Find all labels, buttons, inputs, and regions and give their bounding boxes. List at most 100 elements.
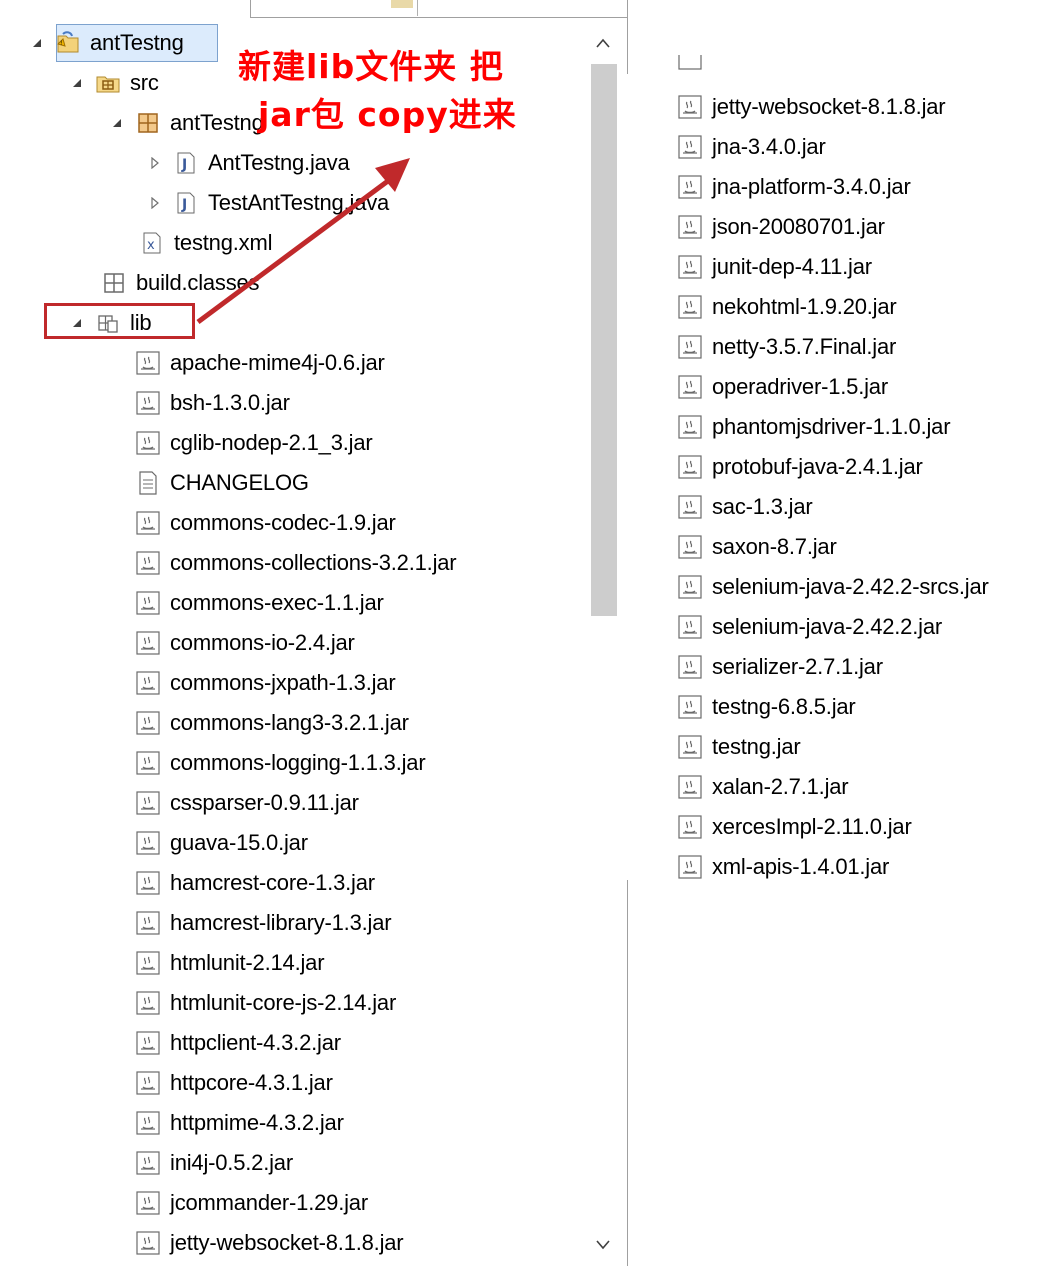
lib-item[interactable]: httpmime-4.3.2.jar [134, 1103, 344, 1143]
panel-border [627, 0, 628, 74]
text-file-icon [134, 469, 162, 497]
lib-item[interactable]: commons-io-2.4.jar [134, 623, 355, 663]
jar-file-icon [134, 949, 162, 977]
jar-file-icon [676, 333, 704, 361]
lib-item[interactable]: junit-dep-4.11.jar [676, 247, 872, 287]
lib-item-label: phantomjsdriver-1.1.0.jar [712, 414, 951, 439]
lib-item-label: jetty-websocket-8.1.8.jar [170, 1230, 404, 1255]
collapsed-arrow-icon[interactable] [148, 156, 162, 170]
file-label: TestAntTestng.java [208, 190, 390, 215]
lib-item[interactable]: phantomjsdriver-1.1.0.jar [676, 407, 951, 447]
lib-item[interactable]: apache-mime4j-0.6.jar [134, 343, 385, 383]
lib-item[interactable]: commons-codec-1.9.jar [134, 503, 396, 543]
src-label: src [130, 70, 159, 95]
lib-item-label: commons-codec-1.9.jar [170, 510, 396, 535]
list-item-clipped [676, 55, 712, 81]
lib-item-label: commons-io-2.4.jar [170, 630, 355, 655]
lib-item[interactable]: commons-logging-1.1.3.jar [134, 743, 426, 783]
lib-item[interactable]: guava-15.0.jar [134, 823, 308, 863]
lib-item[interactable]: ini4j-0.5.2.jar [134, 1143, 293, 1183]
lib-item[interactable]: selenium-java-2.42.2-srcs.jar [676, 567, 989, 607]
lib-item-label: hamcrest-core-1.3.jar [170, 870, 375, 895]
lib-item-label: json-20080701.jar [712, 214, 885, 239]
lib-item[interactable]: httpcore-4.3.1.jar [134, 1063, 333, 1103]
lib-item[interactable]: jcommander-1.29.jar [134, 1183, 368, 1223]
scroll-down-arrow-icon[interactable] [588, 1226, 618, 1264]
lib-item[interactable]: hamcrest-core-1.3.jar [134, 863, 375, 903]
jar-file-icon [134, 1069, 162, 1097]
expanded-arrow-icon[interactable] [70, 76, 84, 90]
tree-item-java-file[interactable]: J TestAntTestng.java [148, 183, 389, 223]
tree-item-xml-file[interactable]: x testng.xml [138, 223, 272, 263]
lib-item[interactable]: cglib-nodep-2.1_3.jar [134, 423, 373, 463]
lib-item[interactable]: testng-6.8.5.jar [676, 687, 856, 727]
view-tab-strip [250, 0, 628, 18]
jar-file-icon [134, 629, 162, 657]
vertical-scrollbar[interactable] [588, 24, 618, 1264]
jar-file-icon [676, 55, 704, 72]
lib-item[interactable]: jna-3.4.0.jar [676, 127, 826, 167]
lib-item[interactable]: sac-1.3.jar [676, 487, 813, 527]
lib-item[interactable]: selenium-java-2.42.2.jar [676, 607, 942, 647]
lib-item[interactable]: nekohtml-1.9.20.jar [676, 287, 897, 327]
tree-item-package[interactable]: antTestng [110, 103, 264, 143]
lib-item-label: ini4j-0.5.2.jar [170, 1150, 293, 1175]
package-explorer-panel: ! antTestng src antTestng J AntTestng.ja… [0, 0, 630, 1266]
lib-item[interactable]: saxon-8.7.jar [676, 527, 837, 567]
lib-item-label: commons-jxpath-1.3.jar [170, 670, 396, 695]
expanded-arrow-icon[interactable] [30, 36, 44, 50]
lib-item[interactable]: operadriver-1.5.jar [676, 367, 888, 407]
scroll-up-arrow-icon[interactable] [588, 24, 618, 62]
lib-item[interactable]: commons-lang3-3.2.1.jar [134, 703, 409, 743]
package-label: antTestng [170, 110, 264, 135]
lib-item[interactable]: CHANGELOG [134, 463, 309, 503]
lib-item[interactable]: httpclient-4.3.2.jar [134, 1023, 341, 1063]
jar-file-icon [134, 589, 162, 617]
lib-item-label: guava-15.0.jar [170, 830, 308, 855]
tree-item-java-file[interactable]: J AntTestng.java [148, 143, 350, 183]
jar-file-icon [676, 453, 704, 481]
lib-item-label: selenium-java-2.42.2-srcs.jar [712, 574, 989, 599]
lib-item-label: xml-apis-1.4.01.jar [712, 854, 890, 879]
tree-item-src[interactable]: src [70, 63, 159, 103]
lib-item[interactable]: protobuf-java-2.4.1.jar [676, 447, 923, 487]
lib-item[interactable]: hamcrest-library-1.3.jar [134, 903, 392, 943]
jar-file-icon [134, 429, 162, 457]
lib-item[interactable]: commons-collections-3.2.1.jar [134, 543, 457, 583]
jar-file-icon [134, 869, 162, 897]
lib-item-label: cglib-nodep-2.1_3.jar [170, 430, 373, 455]
jar-file-icon [676, 173, 704, 201]
lib-item-label: saxon-8.7.jar [712, 534, 837, 559]
lib-item[interactable]: cssparser-0.9.11.jar [134, 783, 359, 823]
lib-item-label: jetty-websocket-8.1.8.jar [712, 94, 946, 119]
tree-item-build-classes[interactable]: build.classes [100, 263, 260, 303]
panel-border [627, 880, 628, 1266]
lib-item[interactable]: bsh-1.3.0.jar [134, 383, 290, 423]
jar-file-icon [676, 213, 704, 241]
lib-item-label: CHANGELOG [170, 470, 309, 495]
lib-item[interactable]: serializer-2.7.1.jar [676, 647, 883, 687]
collapsed-arrow-icon[interactable] [148, 196, 162, 210]
lib-item[interactable]: xercesImpl-2.11.0.jar [676, 807, 912, 847]
lib-item[interactable]: commons-jxpath-1.3.jar [134, 663, 396, 703]
lib-item[interactable]: netty-3.5.7.Final.jar [676, 327, 896, 367]
lib-item[interactable]: jna-platform-3.4.0.jar [676, 167, 911, 207]
jar-file-icon [676, 533, 704, 561]
expanded-arrow-icon[interactable] [110, 116, 124, 130]
lib-item[interactable]: htmlunit-core-js-2.14.jar [134, 983, 396, 1023]
lib-item[interactable]: xalan-2.7.1.jar [676, 767, 849, 807]
lib-item[interactable]: xml-apis-1.4.01.jar [676, 847, 889, 887]
tree-item-project[interactable]: ! antTestng [30, 23, 184, 63]
lib-item-label: jcommander-1.29.jar [170, 1190, 368, 1215]
lib-item[interactable]: commons-exec-1.1.jar [134, 583, 384, 623]
lib-item-label: junit-dep-4.11.jar [712, 254, 872, 279]
lib-item[interactable]: json-20080701.jar [676, 207, 885, 247]
lib-item-label: jna-3.4.0.jar [712, 134, 826, 159]
lib-item[interactable]: htmlunit-2.14.jar [134, 943, 325, 983]
lib-item[interactable]: jetty-websocket-8.1.8.jar [134, 1223, 404, 1263]
lib-item[interactable]: testng.jar [676, 727, 801, 767]
lib-item-label: commons-logging-1.1.3.jar [170, 750, 426, 775]
scrollbar-thumb[interactable] [591, 64, 617, 616]
jar-file-icon [676, 373, 704, 401]
lib-item[interactable]: jetty-websocket-8.1.8.jar [676, 87, 946, 127]
